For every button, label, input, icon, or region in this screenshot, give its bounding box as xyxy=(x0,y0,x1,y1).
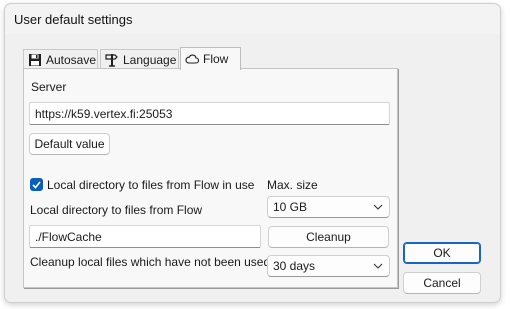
sign-post-icon xyxy=(105,53,119,67)
window-title: User default settings xyxy=(14,12,133,27)
local-directory-checkbox-label[interactable]: Local directory to files from Flow in us… xyxy=(47,178,254,192)
cleanup-button[interactable]: Cleanup xyxy=(268,226,389,248)
title-bar[interactable]: User default settings xyxy=(5,4,500,34)
ok-button[interactable]: OK xyxy=(403,242,481,264)
tab-flow[interactable]: Flow xyxy=(180,47,241,70)
local-directory-label: Local directory to files from Flow xyxy=(30,203,203,217)
flow-tab-panel: Server https://k59.vertex.fi:25053 Defau… xyxy=(23,68,398,288)
chevron-down-icon xyxy=(372,260,384,272)
default-value-button[interactable]: Default value xyxy=(29,133,110,155)
server-url-value: https://k59.vertex.fi:25053 xyxy=(35,106,173,121)
checkmark-icon xyxy=(32,180,41,189)
cleanup-duration-label: Cleanup local files which have not been … xyxy=(30,255,288,269)
server-label: Server xyxy=(31,80,67,94)
cleanup-duration-dropdown[interactable]: 30 days xyxy=(267,255,390,277)
chevron-down-icon xyxy=(372,201,384,213)
cloud-icon xyxy=(185,53,199,65)
max-size-label: Max. size xyxy=(267,178,318,192)
cancel-button[interactable]: Cancel xyxy=(403,272,481,294)
tab-autosave-label: Autosave xyxy=(46,52,97,67)
floppy-disk-icon xyxy=(28,53,42,67)
max-size-dropdown[interactable]: 10 GB xyxy=(267,196,390,218)
local-directory-field[interactable]: ./FlowCache xyxy=(29,225,261,248)
tab-language-label: Language xyxy=(123,52,177,67)
settings-dialog: User default settings Autosave Language … xyxy=(4,3,501,303)
tab-language[interactable]: Language xyxy=(100,49,179,69)
local-directory-checkbox[interactable] xyxy=(30,178,43,191)
max-size-value: 10 GB xyxy=(273,200,308,214)
server-url-field[interactable]: https://k59.vertex.fi:25053 xyxy=(29,102,390,125)
cleanup-duration-value: 30 days xyxy=(273,259,316,273)
tab-flow-label: Flow xyxy=(203,52,229,66)
tab-autosave[interactable]: Autosave xyxy=(23,49,98,69)
local-directory-value: ./FlowCache xyxy=(35,229,102,244)
